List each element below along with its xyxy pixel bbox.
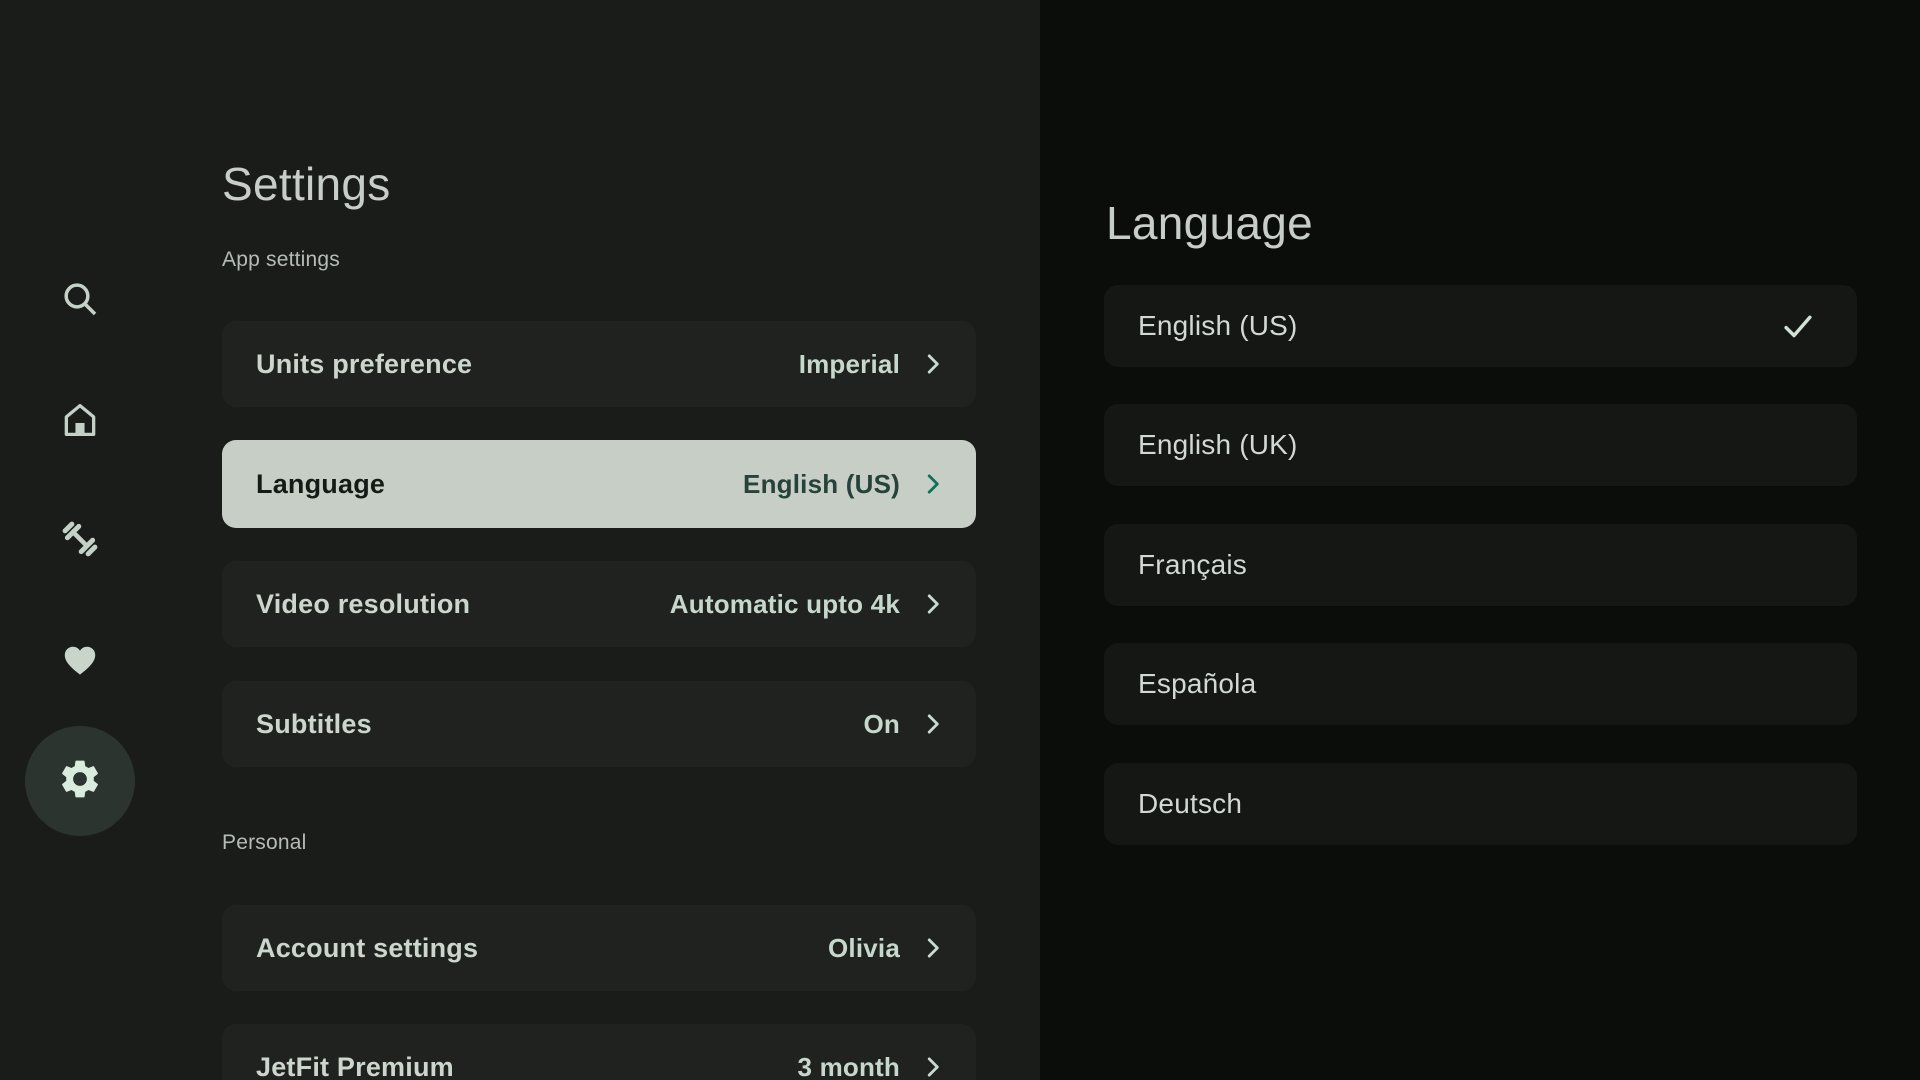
- settings-row-language[interactable]: Language English (US): [222, 440, 976, 528]
- chevron-right-icon: [920, 590, 946, 618]
- settings-panel: Settings App settings Units preference I…: [0, 0, 1040, 1080]
- gear-icon: [57, 756, 103, 807]
- language-panel-title: Language: [1106, 197, 1314, 250]
- chevron-right-icon: [920, 934, 946, 962]
- search-icon: [60, 279, 100, 319]
- language-option-deutsch[interactable]: Deutsch: [1104, 763, 1857, 845]
- option-label: Français: [1138, 549, 1247, 580]
- settings-row-video-resolution[interactable]: Video resolution Automatic upto 4k: [222, 561, 976, 647]
- sidebar-item-search[interactable]: [56, 275, 104, 323]
- settings-row-units-preference[interactable]: Units preference Imperial: [222, 321, 976, 407]
- row-value: English (US): [743, 468, 900, 499]
- chevron-right-icon: [920, 350, 946, 378]
- row-value: Imperial: [798, 348, 900, 379]
- row-value: 3 month: [797, 1051, 900, 1080]
- sidebar-item-settings[interactable]: [25, 726, 135, 836]
- row-value: Automatic upto 4k: [669, 588, 900, 619]
- language-option-espanola[interactable]: Española: [1104, 643, 1857, 725]
- settings-row-subtitles[interactable]: Subtitles On: [222, 681, 976, 767]
- language-option-francais[interactable]: Français: [1104, 524, 1857, 606]
- row-label: Subtitles: [256, 708, 372, 739]
- row-label: Language: [256, 468, 386, 499]
- chevron-right-icon: [920, 1053, 946, 1080]
- settings-row-account-settings[interactable]: Account settings Olivia: [222, 905, 976, 991]
- row-value: On: [863, 708, 900, 739]
- tv-settings-screen: Settings App settings Units preference I…: [0, 0, 1920, 1080]
- row-label: Video resolution: [256, 588, 471, 619]
- page-title: Settings: [222, 157, 391, 210]
- language-option-english-us[interactable]: English (US): [1104, 285, 1857, 367]
- row-label: Account settings: [256, 932, 479, 963]
- section-label-personal: Personal: [222, 831, 307, 854]
- dumbbell-icon: [57, 516, 103, 562]
- chevron-right-icon: [920, 470, 946, 498]
- option-label: English (UK): [1138, 429, 1298, 460]
- option-label: English (US): [1138, 310, 1298, 341]
- home-icon: [59, 399, 101, 441]
- sidebar-item-workouts[interactable]: [56, 515, 104, 563]
- language-option-english-uk[interactable]: English (UK): [1104, 404, 1857, 486]
- option-label: Deutsch: [1138, 788, 1243, 819]
- settings-row-jetfit-premium[interactable]: JetFit Premium 3 month: [222, 1024, 976, 1080]
- sidebar: [0, 0, 160, 1080]
- sidebar-item-favorites[interactable]: [56, 635, 104, 683]
- chevron-right-icon: [920, 710, 946, 738]
- heart-icon: [59, 638, 101, 680]
- row-label: Units preference: [256, 348, 473, 379]
- sidebar-item-home[interactable]: [56, 396, 104, 444]
- row-value: Olivia: [827, 932, 900, 963]
- row-label: JetFit Premium: [256, 1051, 454, 1080]
- option-label: Española: [1138, 668, 1257, 699]
- checkmark-icon: [1779, 307, 1817, 345]
- section-label-app-settings: App settings: [222, 248, 340, 271]
- language-panel: Language English (US) English (UK) Franç…: [1040, 0, 1920, 1080]
